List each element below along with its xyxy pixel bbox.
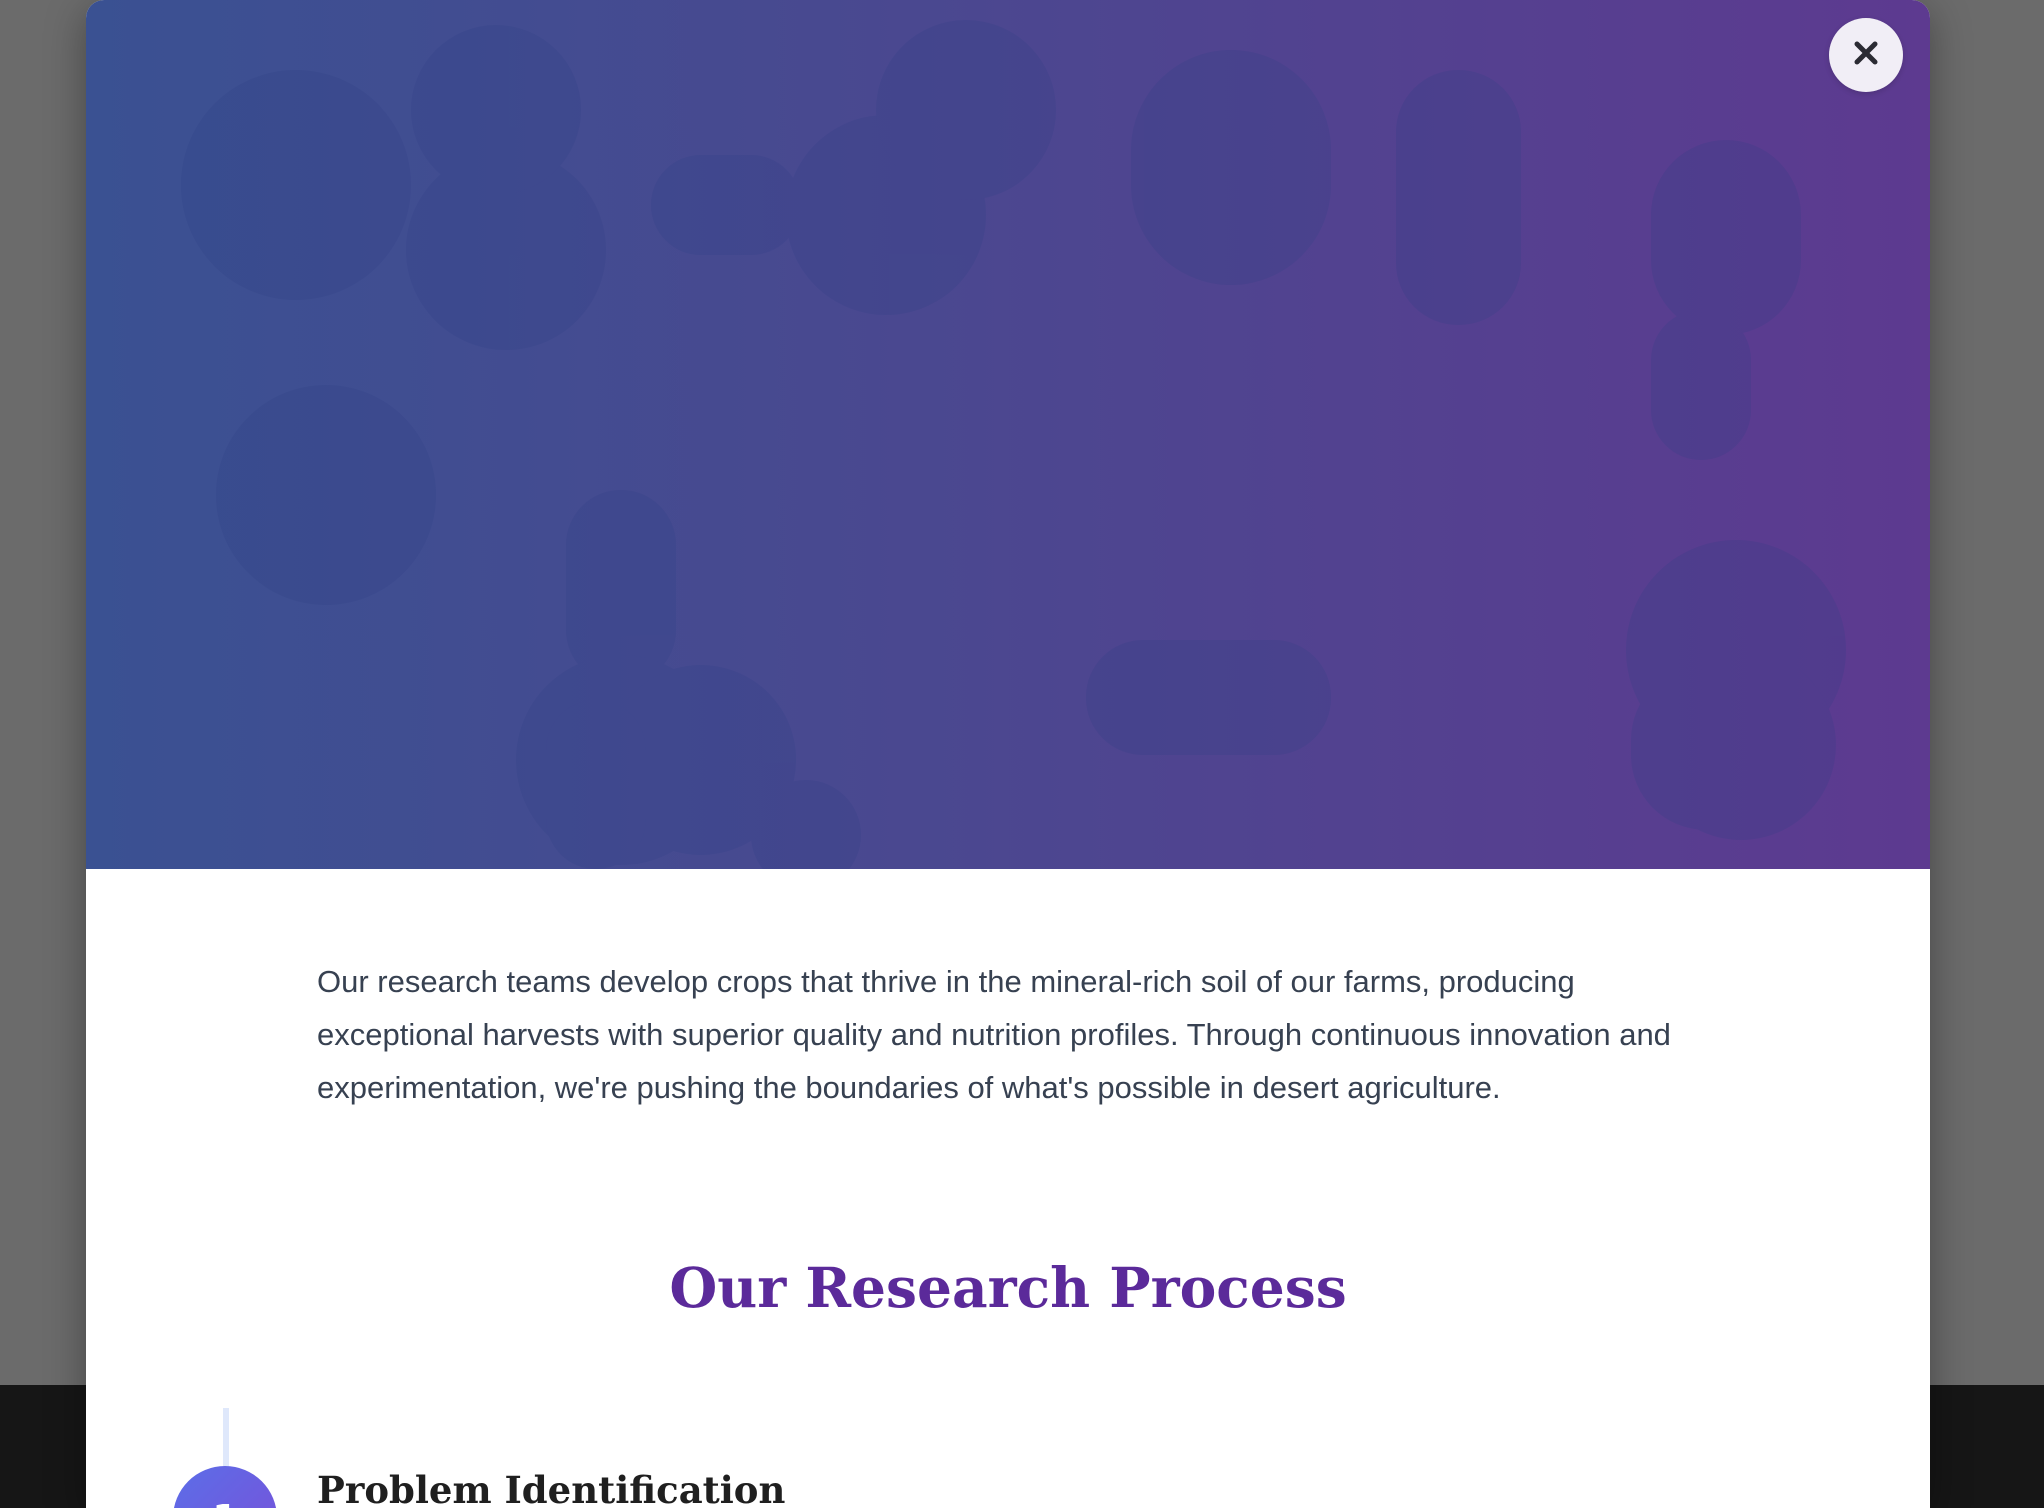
close-icon	[1853, 40, 1879, 71]
intro-paragraph: Our research teams develop crops that th…	[317, 964, 1671, 1105]
close-button[interactable]	[1829, 18, 1903, 92]
research-modal: Our research teams develop crops that th…	[86, 0, 1930, 1508]
step-title: Problem Identification	[317, 1468, 786, 1508]
section-title: Our Research Process	[669, 1255, 1347, 1320]
step-number-badge: 1	[173, 1466, 277, 1508]
hero-banner	[86, 0, 1930, 869]
hero-pattern	[181, 20, 1846, 869]
